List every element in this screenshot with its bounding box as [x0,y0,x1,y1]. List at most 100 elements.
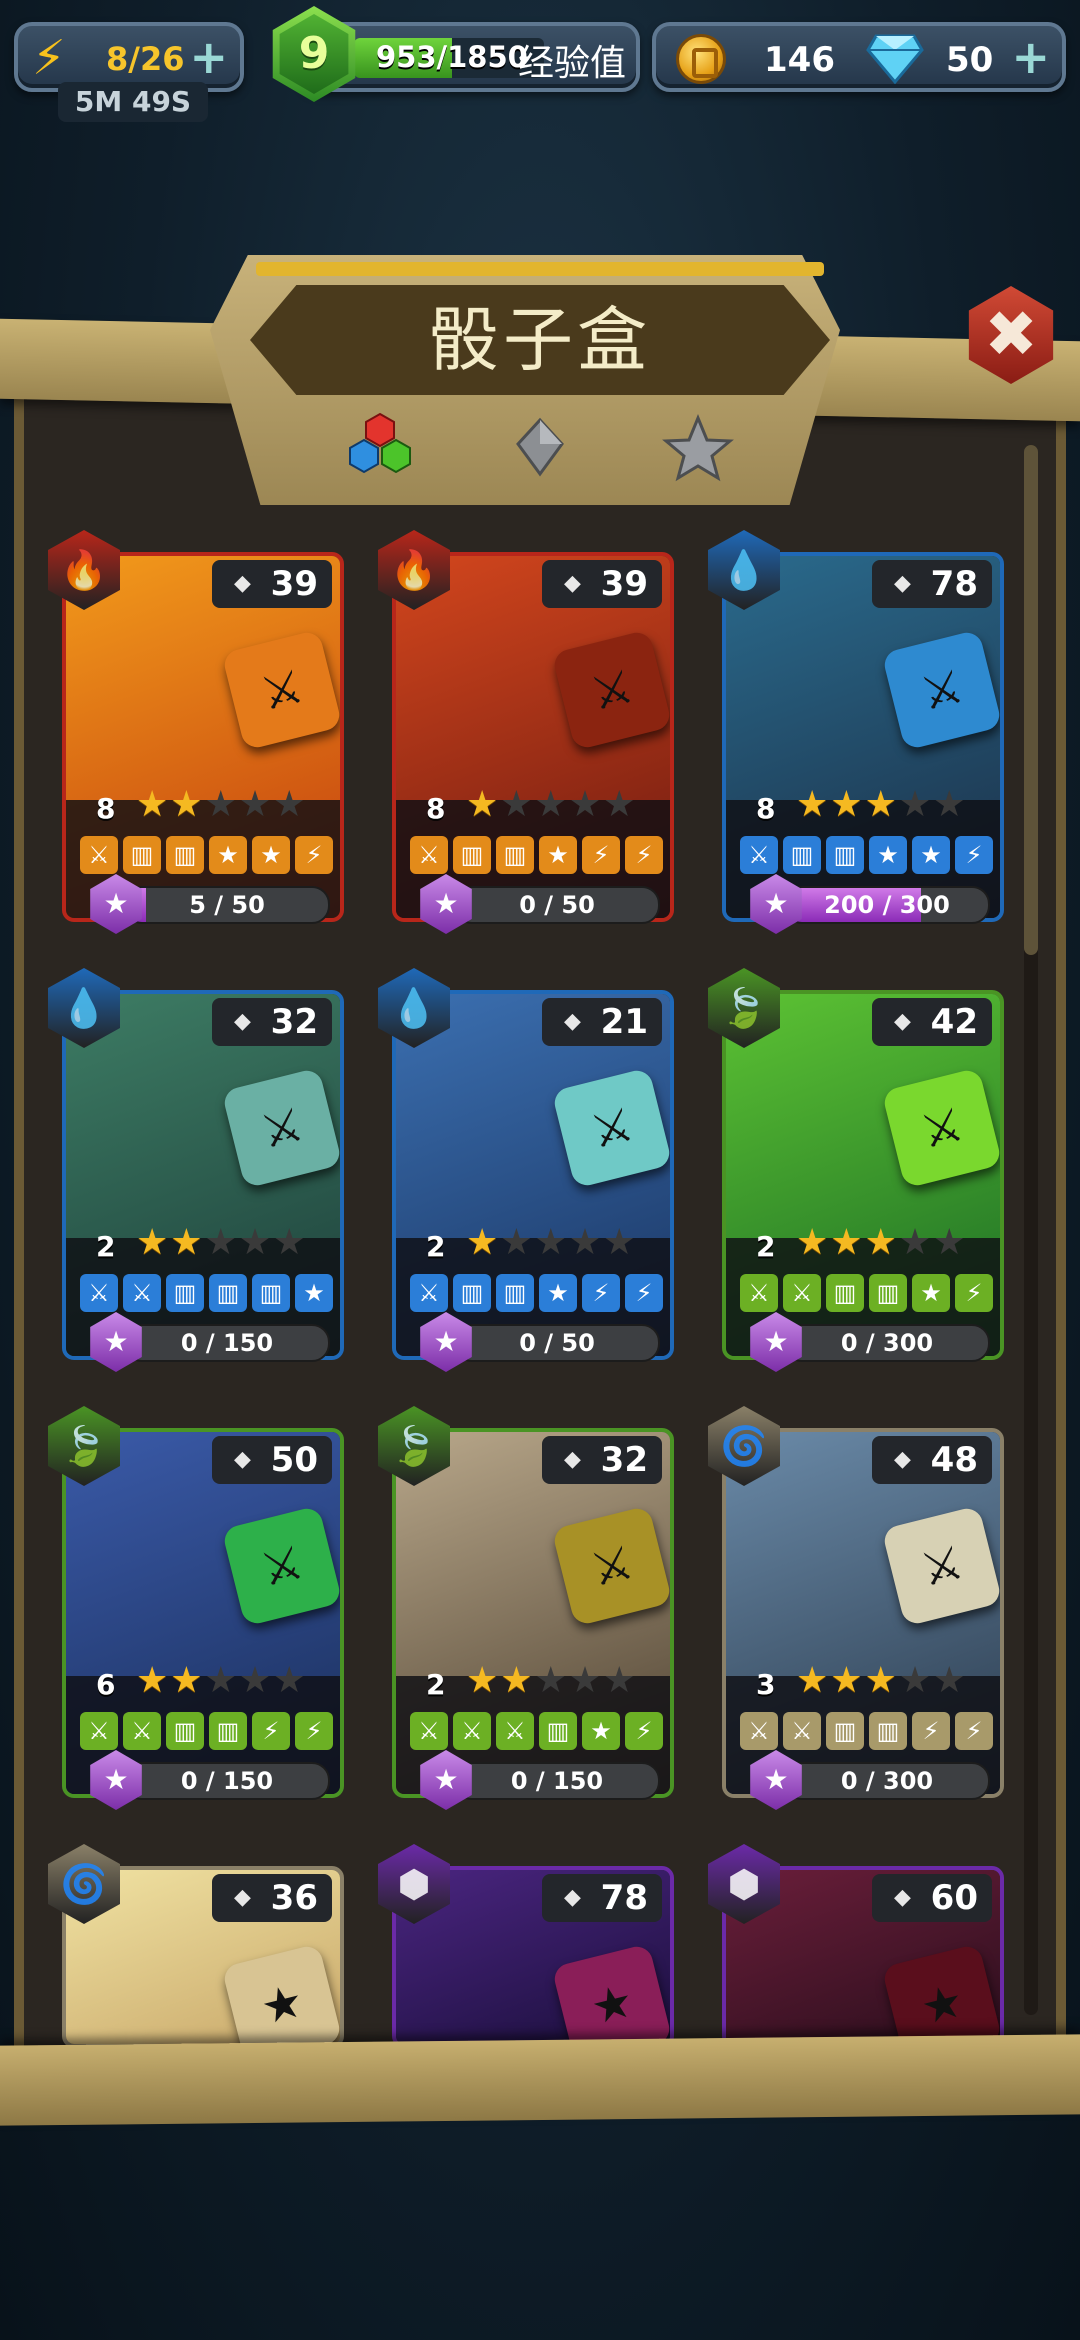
star-icon: ★ [796,1660,831,1701]
coin-icon [676,34,726,84]
star-icon: ★ [603,1222,638,1263]
upgrade-gem-icon[interactable]: ★ [90,1312,142,1372]
dice-face-icon: ⚡ [955,1712,993,1750]
star-icon: ★ [273,1660,308,1701]
star-icon: ★ [796,1222,831,1263]
star-icon: ★ [864,1660,899,1701]
dice-face-icon: ⚔ [740,1712,778,1750]
upgrade-progress-text: 0 / 50 [519,891,595,919]
dice-face-icon: ▥ [826,1274,864,1312]
card-progress-wrap: 0 / 50 ★ [416,874,664,934]
dice-face-icon: ⚔ [80,1712,118,1750]
dice-face-icon: ★ [252,836,290,874]
dice-face-icon: ★ [582,1712,620,1750]
dice-face-icon: ⚡ [295,836,333,874]
tab-all-dice[interactable] [340,410,420,490]
currency-bar[interactable]: 146 50 + [652,22,1066,92]
dice-card[interactable]: ⚔322★★★★★⚔⚔▥▥▥★ [62,990,344,1360]
dice-face-icon: ⚔ [740,1274,778,1312]
dice-face-icon: ⚡ [582,1274,620,1312]
dice-face-icon: ⚡ [912,1712,950,1750]
card-progress-wrap: 0 / 300 ★ [746,1750,994,1810]
star-icon: ★ [933,1660,968,1701]
dice-card[interactable]: ⚔483★★★★★⚔⚔▥▥⚡⚡ [722,1428,1004,1798]
add-currency-button[interactable]: + [1011,32,1050,82]
dice-level: 2 [756,1230,776,1263]
star-icon: ★ [273,1222,308,1263]
lightning-icon: ⚡ [32,30,66,86]
dice-face-icon: ▥ [826,1712,864,1750]
dice-face-icon: ⚔ [453,1712,491,1750]
upgrade-progress-bar: 0 / 150 [124,1324,330,1362]
dice-face-icon: ⚔ [740,836,778,874]
upgrade-progress-text: 0 / 300 [840,1329,934,1357]
card-progress-wrap: 0 / 150 ★ [416,1750,664,1810]
star-icon: ★ [830,1660,865,1701]
star-icon: ★ [500,1660,535,1701]
upgrade-progress-text: 200 / 300 [824,891,950,919]
dice-face-icon: ⚡ [625,836,663,874]
star-rating: ★★★★★ [136,1222,307,1263]
add-energy-button[interactable]: + [189,32,228,82]
dice-level: 3 [756,1668,776,1701]
upgrade-gem-icon[interactable]: ★ [90,874,142,934]
card-progress-wrap: 0 / 50 ★ [416,1312,664,1372]
star-icon: ★ [603,1660,638,1701]
star-icon: ★ [568,1660,604,1701]
upgrade-gem-icon[interactable]: ★ [750,1750,802,1810]
card-cost: 42 [872,998,992,1046]
card-cost: 32 [212,998,332,1046]
dice-face-icon: ⚡ [295,1712,333,1750]
dice-face-icon: ★ [295,1274,333,1312]
dice-card[interactable]: ⚔422★★★★★⚔⚔▥▥★⚡ [722,990,1004,1360]
star-rating: ★★★★★ [136,784,307,825]
dice-face-icon: ⚔ [783,1274,821,1312]
dice-card[interactable]: ⚔788★★★★★⚔▥▥★★⚡ [722,552,1004,922]
dice-faces: ⚔ ⚔ ▥ ▥ ⚡ ⚡ [740,1712,993,1750]
upgrade-gem-icon[interactable]: ★ [420,1750,472,1810]
dice-card[interactable]: ⚔398★★★★★⚔▥▥★⚡⚡ [392,552,674,922]
upgrade-progress-bar: 0 / 50 [454,886,660,924]
diamond-icon [866,34,924,84]
dice-card[interactable]: ⚔398★★★★★⚔▥▥★★⚡ [62,552,344,922]
dice-face-icon: ⚔ [496,1712,534,1750]
upgrade-gem-icon[interactable]: ★ [420,1312,472,1372]
upgrade-gem-icon[interactable]: ★ [750,874,802,934]
card-progress-wrap: 200 / 300 ★ [746,874,994,934]
dice-level: 8 [96,792,116,825]
dice-faces: ⚔ ▥ ▥ ★ ★ ⚡ [740,836,993,874]
dice-face-icon: ⚔ [80,1274,118,1312]
star-icon: ★ [204,1660,239,1701]
star-icon: ★ [170,1222,205,1263]
dice-face-icon: ★ [209,836,247,874]
upgrade-gem-icon[interactable]: ★ [90,1750,142,1810]
card-cost: 32 [542,1436,662,1484]
star-icon: ★ [466,1660,501,1701]
star-icon: ★ [136,1660,171,1701]
tab-star-dice[interactable] [658,410,738,490]
upgrade-gem-icon[interactable]: ★ [420,874,472,934]
star-icon: ★ [204,1222,239,1263]
upgrade-progress-bar: 0 / 50 [454,1324,660,1362]
dice-face-icon: ★ [869,836,907,874]
star-rating: ★★★★★ [796,1222,967,1263]
dice-card[interactable]: ⚔212★★★★★⚔▥▥★⚡⚡ [392,990,674,1360]
tab-common-dice[interactable] [500,410,580,490]
xp-label: 经验值 [518,43,627,84]
star-rating: ★★★★★ [796,784,967,825]
star-rating: ★★★★★ [796,1660,967,1701]
dice-card[interactable]: ⚔506★★★★★⚔⚔▥▥⚡⚡ [62,1428,344,1798]
scrollbar-thumb[interactable] [1024,445,1038,955]
star-icon: ★ [534,784,569,825]
card-cost: 50 [212,1436,332,1484]
upgrade-progress-bar: 0 / 150 [454,1762,660,1800]
dice-face-icon: ⚔ [410,1274,448,1312]
star-rating: ★★★★★ [466,784,637,825]
dice-face-icon: ▥ [539,1712,577,1750]
upgrade-progress-text: 5 / 50 [189,891,265,919]
upgrade-progress-bar: 0 / 300 [784,1762,990,1800]
upgrade-gem-icon[interactable]: ★ [750,1312,802,1372]
dice-card[interactable]: ⚔322★★★★★⚔⚔⚔▥★⚡ [392,1428,674,1798]
star-icon: ★ [273,784,308,825]
card-progress-wrap: 5 / 50 ★ [86,874,334,934]
